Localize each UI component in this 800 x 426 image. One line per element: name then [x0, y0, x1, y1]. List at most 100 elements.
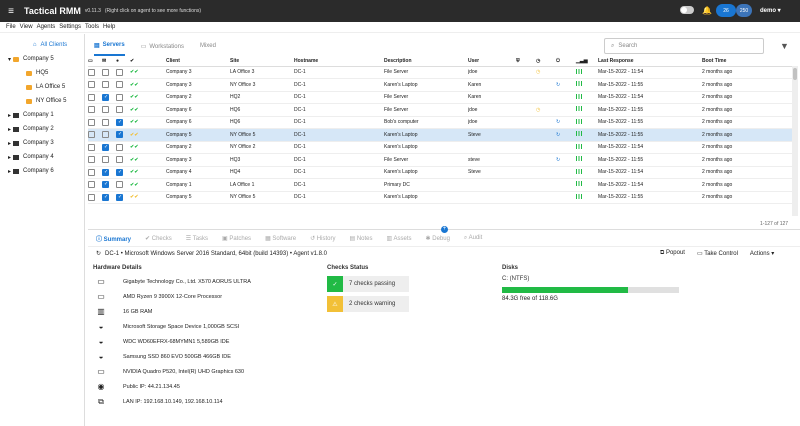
table-row[interactable]: ✔✔ Company 6 HQ6 DC-1 File Server jdoe ◷ Mar-15… [88, 103, 796, 117]
refresh-icon[interactable]: ↻ [96, 251, 101, 257]
checkbox[interactable] [102, 156, 109, 164]
checkbox[interactable] [102, 131, 109, 139]
checkbox[interactable] [116, 81, 123, 89]
checkbox[interactable] [102, 168, 109, 176]
actions-dropdown[interactable]: Actions ▾ [750, 250, 774, 257]
tree-site-la-office5[interactable]: LA Office 5 [8, 80, 84, 94]
checkbox[interactable] [88, 118, 95, 126]
checkbox[interactable] [88, 106, 95, 114]
col-description[interactable]: Description [384, 57, 468, 67]
checkbox[interactable] [102, 106, 109, 114]
table-row[interactable]: ✔✔ Company 3 LA Office 3 DC-1 File Server jdo… [88, 66, 796, 79]
tree-client-company2[interactable]: ▸ Company 2 [8, 122, 84, 136]
hamburger-icon[interactable]: ≡ [0, 0, 22, 22]
popout-button[interactable]: ⧉ Popout [660, 250, 685, 257]
tab-summary[interactable]: ⓘ Summary [96, 234, 131, 243]
take-control-button[interactable]: ▭ Take Control [697, 250, 738, 257]
col-client[interactable]: Client [166, 57, 230, 67]
dark-mode-toggle[interactable] [680, 6, 694, 14]
tab-checks[interactable]: ✔ Checks [145, 235, 172, 242]
checkbox[interactable] [116, 93, 123, 101]
checkbox[interactable] [88, 168, 95, 176]
tab-software[interactable]: ▦ Software [265, 235, 296, 242]
checkbox[interactable] [88, 81, 95, 89]
tree-client-company5[interactable]: ▾ Company 5 [8, 52, 84, 66]
checkbox[interactable] [88, 181, 95, 189]
table-row[interactable]: ✔✔ Company 1LA Office 1DC-1Primary DC Mar-… [88, 178, 796, 192]
checks-icon[interactable]: ✔ [130, 57, 166, 67]
alert-icon[interactable]: ● [116, 57, 130, 67]
checkbox[interactable] [116, 118, 123, 126]
signal-icon[interactable]: ▁▃▅ [576, 57, 598, 67]
pending-actions-icon[interactable]: ◷ [536, 57, 556, 67]
menu-settings[interactable]: Settings [59, 24, 81, 30]
tab-assets[interactable]: ▥ Assets [387, 235, 412, 242]
checkbox[interactable] [116, 131, 123, 139]
checkbox[interactable] [116, 156, 123, 164]
menu-tools[interactable]: Tools [85, 24, 99, 30]
filter-icon[interactable]: ▼ [780, 41, 789, 51]
tree-site-hq5[interactable]: HQ5 [8, 66, 84, 80]
table-row[interactable]: ✔✔ Company 2HQ2DC-1File ServerKaren Mar-15… [88, 91, 796, 104]
tab-mixed[interactable]: Mixed [200, 43, 216, 49]
mail-icon[interactable]: ✉ [102, 57, 116, 67]
checkbox[interactable] [116, 181, 123, 189]
tree-client-company6[interactable]: ▸ Company 6 [8, 164, 84, 178]
pending-clock-icon[interactable]: ◷ [536, 69, 540, 75]
table-row[interactable]: ✔✔ Company 6HQ6DC-1Bob's computerjdoe ↻ Mar… [88, 116, 796, 129]
checkbox[interactable] [102, 181, 109, 189]
tab-audit[interactable]: ⌕ Audit [464, 235, 482, 242]
checkbox[interactable] [116, 193, 123, 201]
add-button[interactable]: + [441, 226, 448, 233]
checks-passing-chip[interactable]: ✓ 7 checks passing [327, 276, 409, 292]
menu-view[interactable]: View [20, 24, 33, 30]
checkbox[interactable] [102, 81, 109, 89]
col-last-response[interactable]: Last Response [598, 57, 702, 67]
checkbox[interactable] [116, 106, 123, 114]
checkbox[interactable] [88, 93, 95, 101]
table-row[interactable]: ✔✔ Company 5NY Office 5DC-1Karen's Laptop… [88, 191, 796, 204]
reboot-icon[interactable]: ⏻ [556, 57, 576, 67]
table-row[interactable]: ✔✔ Company 3 HQ3 DC-1 File Server steve ↻ Mar-1… [88, 153, 796, 167]
tab-patches[interactable]: ▣ Patches [222, 235, 251, 242]
tab-tasks[interactable]: ☰ Tasks [186, 235, 208, 242]
user-menu[interactable]: demo ▾ [760, 7, 781, 14]
checkbox[interactable] [102, 118, 109, 126]
table-row[interactable]: ✔✔ Company 4HQ4DC-1Karen's LaptopSteve Mar… [88, 166, 796, 179]
tree-site-ny-office5[interactable]: NY Office 5 [8, 94, 84, 108]
shield-icon[interactable]: ⛨ [516, 57, 536, 67]
checkbox[interactable] [102, 93, 109, 101]
agents-total-badge[interactable]: 250 [736, 4, 752, 17]
tab-notes[interactable]: ▤ Notes [349, 235, 372, 242]
scrollbar-thumb[interactable] [793, 68, 797, 80]
col-boot-time[interactable]: Boot Time [702, 57, 796, 67]
tab-workstations[interactable]: ▭ Workstations [141, 43, 184, 50]
checkbox[interactable] [116, 168, 123, 176]
menu-agents[interactable]: Agents [37, 24, 56, 30]
table-row[interactable]: ✔✔ Company 3 NY Office 3 DC-1 Karen's Laptop… [88, 78, 796, 92]
col-user[interactable]: User [468, 57, 516, 67]
table-row[interactable]: ✔✔ Company 5NY Office 5DC-1Karen's Laptop… [88, 128, 796, 142]
reboot-needed-icon[interactable]: ↻ [556, 157, 560, 163]
checkbox[interactable] [88, 68, 95, 76]
col-hostname[interactable]: Hostname [294, 57, 384, 67]
checkbox[interactable] [88, 193, 95, 201]
tab-debug[interactable]: ✱ Debug [426, 235, 450, 242]
checkbox[interactable] [116, 68, 123, 76]
search-input[interactable]: ⌕ Search [604, 38, 764, 54]
tab-history[interactable]: ↺ History [310, 235, 335, 242]
agents-online-badge[interactable]: 26 [716, 4, 736, 17]
table-scrollbar[interactable] [792, 66, 798, 216]
checkbox[interactable] [102, 193, 109, 201]
checkbox[interactable] [88, 131, 95, 139]
checks-warning-chip[interactable]: ⚠ 2 checks warning [327, 296, 409, 312]
col-site[interactable]: Site [230, 57, 294, 67]
checkbox[interactable] [88, 143, 95, 151]
checkbox[interactable] [102, 143, 109, 151]
pending-clock-icon[interactable]: ◷ [536, 107, 540, 113]
menu-help[interactable]: Help [103, 24, 115, 30]
table-row[interactable]: ✔✔ Company 2NY Office 2DC-1Karen's Laptop… [88, 141, 796, 154]
reboot-needed-icon[interactable]: ↻ [556, 119, 560, 125]
checkbox[interactable] [116, 143, 123, 151]
tab-servers[interactable]: ▤ Servers [94, 36, 125, 56]
